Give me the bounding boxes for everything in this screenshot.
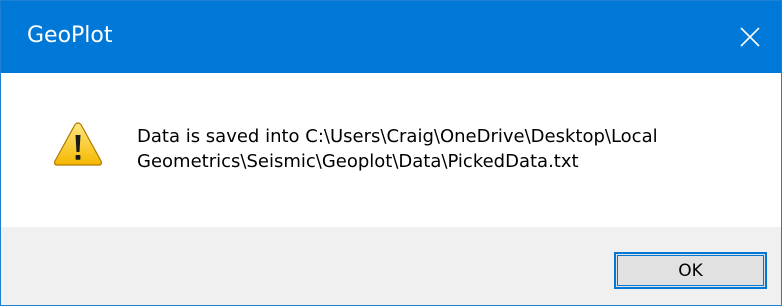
close-button[interactable] <box>719 1 781 73</box>
message-dialog: GeoPlot Data is saved into C:\Users\Crai… <box>0 0 782 306</box>
message-line-2: Geometrics\Seismic\Geoplot\Data\PickedDa… <box>137 151 579 172</box>
message-text: Data is saved into C:\Users\Craig\OneDri… <box>137 124 767 174</box>
button-bar: OK <box>1 227 781 305</box>
title-bar[interactable]: GeoPlot <box>1 1 781 73</box>
close-icon <box>740 27 760 47</box>
window-title: GeoPlot <box>27 23 113 48</box>
ok-button[interactable]: OK <box>614 252 767 289</box>
message-area: Data is saved into C:\Users\Craig\OneDri… <box>1 73 781 227</box>
warning-icon <box>53 122 103 166</box>
message-line-1: Data is saved into C:\Users\Craig\OneDri… <box>137 126 658 147</box>
